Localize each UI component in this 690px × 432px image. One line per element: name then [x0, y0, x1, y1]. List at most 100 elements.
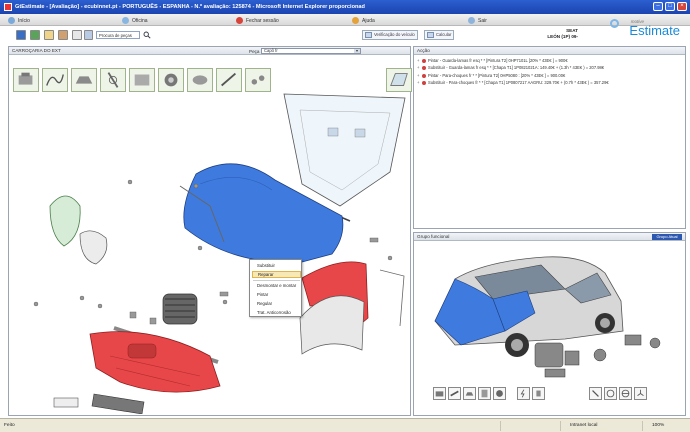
- chevron-down-icon: ▾: [354, 48, 360, 53]
- menu-fechar-label: Fechar sessão: [246, 17, 279, 24]
- menu-oficina-label: Oficina: [132, 17, 148, 24]
- ctx-regular[interactable]: Regular: [252, 300, 301, 307]
- window-title: GtEstimate - [Avaliação] - ecubinnet.pt …: [15, 4, 365, 10]
- functional-group-panel: Grupo funcional Grupo Atual: [413, 232, 686, 416]
- close-session-icon: [236, 17, 243, 24]
- exit-icon: [468, 17, 475, 24]
- menu-fechar-sessao[interactable]: Fechar sessão: [236, 16, 279, 25]
- current-group-button[interactable]: Grupo Atual: [652, 234, 682, 240]
- vehicle-check-button[interactable]: Verificação do veículo: [362, 30, 418, 40]
- status-dot-icon: [422, 80, 426, 85]
- app-icon: [4, 3, 12, 11]
- folder-icon[interactable]: [44, 30, 54, 40]
- window-controls: – □ ×: [653, 2, 687, 11]
- parts-icon[interactable]: [84, 30, 93, 40]
- group-suspension-button[interactable]: [589, 387, 602, 400]
- calculate-label: Calcular: [436, 32, 452, 37]
- group-exhaust-button[interactable]: [448, 387, 461, 400]
- action-row-text: Pintar - Para-choques fr * * [Pintura T2…: [428, 73, 566, 78]
- peca-select[interactable]: Capô fr ▾: [261, 48, 361, 54]
- group-door-button[interactable]: [478, 387, 491, 400]
- ctx-desmontar-montar[interactable]: Desmontar e montar: [252, 282, 301, 289]
- group-body-button[interactable]: [463, 387, 476, 400]
- menu-oficina[interactable]: Oficina: [122, 16, 148, 25]
- maximize-button[interactable]: □: [665, 2, 675, 11]
- action-panel: Acção + Pintar - Guarda-lamas fr esq * * …: [413, 46, 686, 229]
- menu-ajuda-label: Ajuda: [362, 17, 375, 24]
- ctx-trat-anticorrosao[interactable]: Trat. Anticorrosão: [252, 309, 301, 316]
- minimize-button[interactable]: –: [653, 2, 663, 11]
- headlight-part[interactable]: [49, 195, 81, 247]
- peca-label: Peça: [249, 49, 260, 54]
- peca-select-value: Capô fr: [264, 48, 278, 53]
- vehicle-check-icon: [365, 32, 372, 38]
- status-text: Feito: [4, 423, 15, 428]
- steering-icon: [621, 389, 630, 398]
- document-icon[interactable]: [72, 30, 82, 40]
- parts-panel-title: CARROÇARIA DO EXT: [12, 48, 61, 53]
- upload-icon[interactable]: [30, 30, 40, 40]
- door-icon: [481, 389, 488, 398]
- calculator-icon: [427, 32, 434, 38]
- menu-inicio-label: Início: [18, 17, 30, 24]
- bumper-part[interactable]: [89, 331, 221, 393]
- menu-sair[interactable]: Sair: [468, 16, 487, 25]
- action-panel-title: Acção: [417, 48, 430, 53]
- action-panel-header: Acção: [414, 47, 685, 55]
- brake-icon: [606, 389, 615, 398]
- brand-swirl-icon: [610, 19, 619, 28]
- group-engine-button[interactable]: [433, 387, 446, 400]
- action-row[interactable]: + Pintar - Guarda-lamas fr esq * * [Pintu…: [417, 58, 568, 64]
- group-cooling-button[interactable]: [634, 387, 647, 400]
- group-brakes-button[interactable]: [604, 387, 617, 400]
- status-dot-icon: [422, 73, 426, 78]
- action-row[interactable]: + Substituir - Guarda-lamas fr esq * * [C…: [417, 65, 604, 71]
- group-steering-button[interactable]: [619, 387, 632, 400]
- functional-group-header: Grupo funcional Grupo Atual: [414, 233, 685, 241]
- close-button[interactable]: ×: [677, 2, 687, 11]
- exhaust-icon: [450, 390, 459, 397]
- status-divider: [642, 421, 643, 431]
- action-row-text: Pintar - Guarda-lamas fr esq * * [Pintur…: [428, 58, 568, 63]
- vehicle-check-label: Verificação do veículo: [374, 32, 415, 37]
- zoom-level[interactable]: 100%: [652, 423, 664, 428]
- seat-icon: [536, 390, 541, 397]
- menu-ajuda[interactable]: Ajuda: [352, 16, 375, 25]
- action-row[interactable]: + Substituir - Para-choques fr * * [Chapa…: [417, 80, 609, 86]
- ctx-separator: [253, 280, 300, 281]
- status-bar: Feito Intranet local 100%: [0, 418, 690, 432]
- menu-inicio[interactable]: Início: [8, 16, 30, 25]
- search-input[interactable]: Procura de peças: [96, 31, 140, 39]
- status-dot-icon: [422, 58, 426, 63]
- exploded-parts-diagram: [33, 93, 406, 414]
- ctx-substituir[interactable]: Substituir: [252, 262, 301, 269]
- electrical-icon: [520, 389, 525, 398]
- title-bar: GtEstimate - [Avaliação] - ecubinnet.pt …: [0, 0, 690, 14]
- brand-logo: motive Estimate: [604, 16, 682, 40]
- workshop-icon: [122, 17, 129, 24]
- archive-icon[interactable]: [58, 30, 68, 40]
- car-body-icon: [465, 392, 474, 396]
- menu-sair-label: Sair: [478, 17, 487, 24]
- ctx-reparar[interactable]: Reparar: [252, 271, 301, 278]
- security-zone: Intranet local: [570, 423, 598, 428]
- calculate-button[interactable]: Calcular: [424, 30, 455, 40]
- group-electrical-button[interactable]: [517, 387, 530, 400]
- ctx-pintar[interactable]: Pintar: [252, 291, 301, 298]
- car-overview-diagram: [434, 256, 661, 378]
- vehicle-model: LEÓN (1P) 09-: [547, 34, 578, 39]
- wheel-icon: [496, 390, 503, 397]
- windshield-part[interactable]: [283, 93, 406, 207]
- save-icon[interactable]: [16, 30, 26, 40]
- status-divider: [500, 421, 501, 431]
- fan-icon: [637, 389, 644, 396]
- group-interior-button[interactable]: [532, 387, 545, 400]
- action-row[interactable]: + Pintar - Para-choques fr * * [Pintura T…: [417, 73, 565, 79]
- context-menu: Substituir Reparar Desmontar e montar Pi…: [249, 259, 302, 317]
- status-dot-icon: [422, 65, 426, 70]
- vehicle-info: SEAT LEÓN (1P) 09-: [512, 28, 578, 40]
- search-icon[interactable]: [143, 31, 151, 39]
- suspension-icon: [592, 390, 599, 397]
- brand-name: Estimate: [629, 23, 680, 38]
- group-wheel-button[interactable]: [493, 387, 506, 400]
